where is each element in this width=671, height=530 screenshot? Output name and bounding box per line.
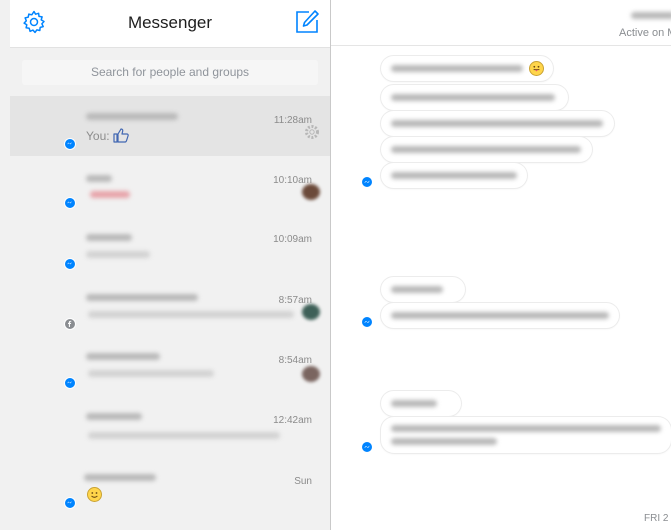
message-text [391, 312, 609, 319]
message-text [391, 94, 555, 101]
conversation-settings-gear-icon[interactable] [304, 124, 320, 140]
conversation-time: 12:42am [273, 415, 312, 426]
conversation-item[interactable]: 12:42am [10, 401, 330, 461]
active-status: Active on M [619, 27, 671, 39]
messenger-icon [64, 197, 76, 209]
messenger-icon [362, 317, 372, 327]
thumbs-up-icon [113, 128, 129, 143]
message-bubble[interactable] [381, 391, 461, 416]
message-text [391, 400, 437, 407]
conversation-item[interactable]: 10:10am [10, 157, 330, 217]
compose-icon[interactable] [294, 9, 320, 35]
sidebar-header: Messenger [10, 0, 330, 48]
messenger-icon [64, 258, 76, 270]
conversation-preview [88, 311, 294, 318]
message-bubble[interactable] [381, 56, 553, 81]
conversation-preview [86, 251, 150, 258]
messenger-icon [362, 442, 372, 452]
contact-name [86, 413, 142, 420]
message-text [391, 65, 523, 72]
messenger-icon [64, 138, 76, 150]
messenger-icon [362, 177, 372, 187]
message-bubble[interactable] [381, 277, 465, 302]
messenger-icon [64, 377, 76, 389]
conversation-time: 10:09am [273, 234, 312, 245]
date-separator: FRI 2 [644, 513, 669, 524]
conversation-preview [90, 191, 130, 198]
message-text [391, 172, 517, 179]
participant-avatar [302, 366, 320, 382]
chat-contact-name [631, 12, 671, 19]
conversation-item[interactable]: 11:28am You: [10, 96, 330, 156]
preview-sender: You: [86, 129, 110, 143]
message-bubble[interactable] [381, 163, 527, 188]
conversation-item[interactable]: 8:54am [10, 340, 330, 400]
messenger-icon [64, 497, 76, 509]
conversation-preview: You: [86, 128, 129, 143]
message-bubble[interactable] [381, 111, 614, 136]
chat-header: Active on M [331, 0, 671, 46]
conversation-preview [88, 432, 280, 439]
conversation-preview [88, 370, 214, 377]
message-text [391, 120, 603, 127]
participant-avatar [302, 304, 320, 320]
participant-avatar [302, 184, 320, 200]
conversation-item[interactable]: Sun [10, 462, 330, 522]
contact-name [84, 474, 156, 481]
conversation-time: 8:54am [278, 355, 312, 366]
chat-panel: Active on M FRI 2 [331, 0, 671, 530]
search-input[interactable]: Search for people and groups [22, 60, 318, 85]
message-bubble[interactable] [381, 85, 568, 110]
message-text [391, 438, 497, 445]
message-text [391, 146, 581, 153]
app-title: Messenger [127, 13, 213, 32]
facebook-icon [64, 318, 76, 330]
conversation-time: Sun [294, 476, 312, 487]
message-bubble[interactable] [381, 137, 592, 162]
message-bubble[interactable] [381, 417, 671, 453]
contact-name [86, 175, 112, 182]
conversation-item[interactable]: 10:09am [10, 218, 330, 278]
message-bubble[interactable] [381, 303, 619, 328]
conversation-sidebar: Messenger Search for people and groups 1… [0, 0, 330, 530]
contact-name [86, 113, 178, 120]
contact-name [86, 234, 132, 241]
message-text [391, 286, 443, 293]
contact-name [86, 294, 198, 301]
contact-name [86, 353, 160, 360]
smiley-emoji-icon [87, 487, 102, 502]
tongue-emoji-icon [529, 61, 544, 76]
message-text [391, 425, 661, 432]
conversation-item[interactable]: 8:57am [10, 279, 330, 339]
